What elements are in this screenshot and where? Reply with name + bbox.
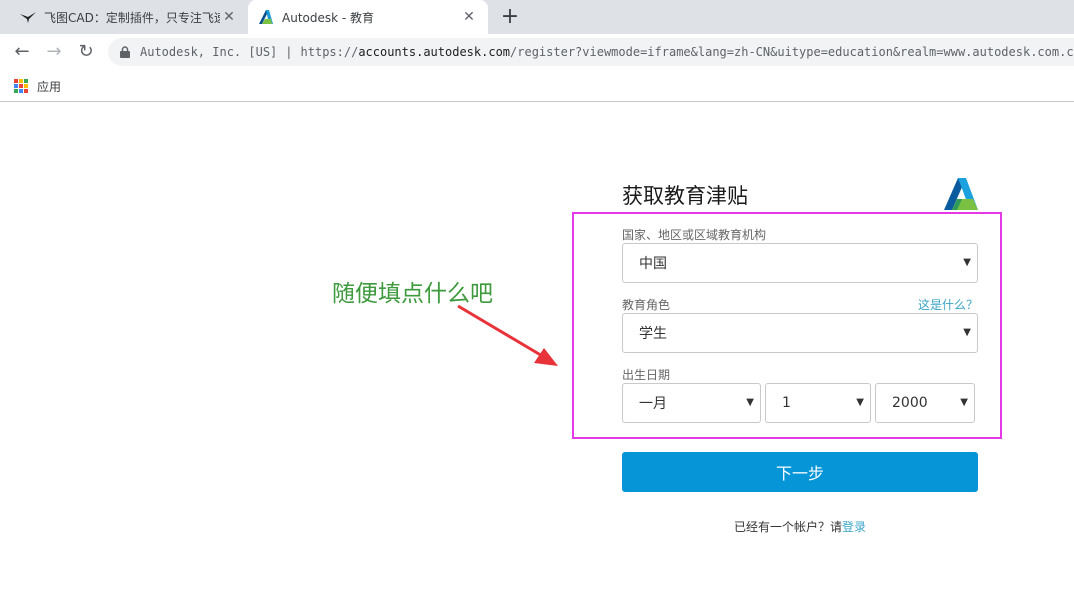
url-path: /register?viewmode=iframe&lang=zh-CN&uit… [510,45,1074,59]
birth-day-value: 1 [782,395,791,411]
url-host: accounts.autodesk.com [358,45,511,59]
tab-title: Autodesk - 教育 [282,10,375,25]
country-select[interactable]: 中国 ▼ [622,243,978,283]
autodesk-favicon-icon [258,9,274,25]
dropdown-arrow-icon: ▼ [856,397,864,408]
apps-label: 应用 [37,79,62,94]
role-value: 学生 [639,326,667,342]
dropdown-arrow-icon: ▼ [960,397,968,408]
back-button[interactable]: ← [10,40,34,64]
new-tab-button[interactable]: + [498,4,522,30]
reload-button[interactable]: ↻ [74,40,98,64]
birth-day-select[interactable]: 1 ▼ [765,383,871,423]
role-label: 教育角色 [622,298,671,312]
dropdown-arrow-icon: ▼ [746,397,754,408]
reload-icon: ↻ [78,41,94,62]
role-select[interactable]: 学生 ▼ [622,313,978,353]
forward-arrow-icon: → [46,41,62,62]
login-link[interactable]: 登录 [842,520,866,534]
autodesk-logo-icon [944,178,978,210]
annotation-arrow-icon [457,304,558,366]
form-title: 获取教育津贴 [622,184,748,208]
dropdown-arrow-icon: ▼ [963,327,971,338]
country-value: 中国 [639,256,667,272]
birth-month-value: 一月 [639,396,667,412]
lock-icon [120,46,130,58]
back-arrow-icon: ← [14,41,30,62]
role-help-link[interactable]: 这是什么？ [918,296,978,313]
certificate-org: Autodesk, Inc. [US] [140,45,278,59]
tab-close-icon[interactable]: ✕ [460,8,478,26]
address-separator: | [285,45,293,59]
dropdown-arrow-icon: ▼ [963,257,971,268]
bird-favicon-icon [20,9,36,25]
apps-grid-icon [14,79,28,93]
birth-year-select[interactable]: 2000 ▼ [875,383,975,423]
address-bar[interactable]: Autodesk, Inc. [US] | https://accounts.a… [108,38,1074,66]
bookmarks-bar: 应用 [0,70,1074,102]
birthdate-label: 出生日期 [622,368,671,382]
country-label: 国家、地区或区域教育机构 [622,228,767,242]
tab-feitu-cad[interactable]: 飞图CAD：定制插件，只专注飞速 ✕ [0,0,248,34]
tab-close-icon[interactable]: ✕ [220,8,238,26]
apps-shortcut[interactable]: 应用 [14,76,61,96]
url-scheme: https:// [300,45,359,59]
login-prompt: 已经有一个帐户？请登录 [734,518,866,535]
tab-autodesk-education[interactable]: Autodesk - 教育 ✕ [248,0,488,34]
tab-strip: 飞图CAD：定制插件，只专注飞速 ✕ Autodesk - 教育 ✕ + [0,0,1074,34]
tab-title: 飞图CAD：定制插件，只专注飞速 [44,10,220,25]
forward-button[interactable]: → [42,40,66,64]
birth-month-select[interactable]: 一月 ▼ [622,383,761,423]
birth-year-value: 2000 [892,395,928,411]
login-prompt-text: 已经有一个帐户？请 [734,520,843,534]
next-step-button[interactable]: 下一步 [622,452,978,492]
